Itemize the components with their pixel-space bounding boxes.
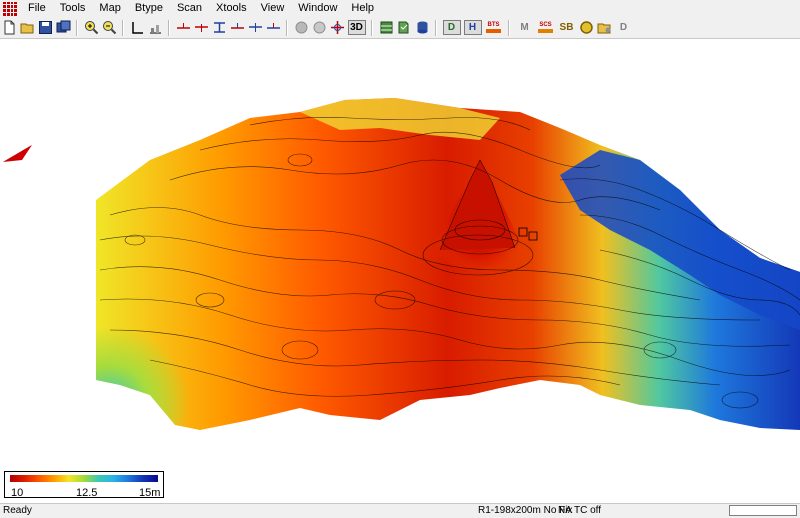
view-3d-label: 3D [350,22,363,33]
sphere-2-icon[interactable] [312,20,327,35]
d-mode-label: D [447,22,456,33]
marker-3-icon[interactable] [212,20,227,35]
sphere-1-icon[interactable] [294,20,309,35]
toolbar: 3D D H BTS M SCS SB D [0,17,800,39]
menu-help[interactable]: Help [344,0,381,17]
terrain-surface [3,98,800,430]
target-icon[interactable] [330,20,345,35]
m-icon[interactable]: M [516,20,534,35]
save-all-icon[interactable] [56,20,71,35]
survey-icon[interactable] [397,20,412,35]
legend-mid-label: 12.5 [76,487,98,499]
menu-file[interactable]: File [21,0,53,17]
toolbar-separator [286,19,288,36]
toolbar-separator [168,19,170,36]
menu-bar: File Tools Map Btype Scan Xtools View Wi… [0,0,800,17]
depth-legend: 10 12.5 15m [4,471,164,499]
status-ready: Ready [3,505,32,516]
menu-xtools[interactable]: Xtools [209,0,254,17]
circle-icon[interactable] [579,20,594,35]
legend-min-label: 10 [11,487,24,499]
view-3d-icon[interactable]: 3D [347,20,366,35]
status-bar: Ready R1-198x200m No Fix NA TC off [0,503,800,518]
menu-btype[interactable]: Btype [128,0,170,17]
bathymetry-icon[interactable]: BTS [485,20,503,35]
zoom-out-icon[interactable] [102,20,117,35]
status-progress-box [729,505,797,516]
menu-tools[interactable]: Tools [53,0,93,17]
marker-4-icon[interactable] [230,20,245,35]
grid-icon[interactable] [379,20,394,35]
chart-icon[interactable] [148,20,163,35]
north-arrow-icon [3,145,32,162]
open-folder-icon[interactable] [20,20,35,35]
marker-2-icon[interactable] [194,20,209,35]
scs-icon[interactable]: SCS [537,20,555,35]
sb-icon[interactable]: SB [558,20,576,35]
document-icon[interactable]: D [615,20,633,35]
m-label: M [520,22,529,33]
document-label: D [619,22,628,33]
app-grid-icon[interactable] [3,1,17,16]
database-icon[interactable] [415,20,430,35]
save-icon[interactable] [38,20,53,35]
menu-view[interactable]: View [254,0,292,17]
sb-label: SB [559,22,574,33]
d-mode-icon[interactable]: D [442,20,461,35]
zoom-in-icon[interactable] [84,20,99,35]
toolbar-separator [435,19,437,36]
toolbar-separator [76,19,78,36]
menu-window[interactable]: Window [291,0,344,17]
marker-1-icon[interactable] [176,20,191,35]
menu-map[interactable]: Map [92,0,127,17]
legend-color-bar [10,475,158,482]
legend-max-label: 15m [139,487,161,499]
axis-icon[interactable] [130,20,145,35]
toolbar-separator [122,19,124,36]
h-mode-icon[interactable]: H [463,20,482,35]
status-tc: TC off [574,505,602,516]
h-mode-label: H [468,22,477,33]
folder-settings-icon[interactable] [597,20,612,35]
marker-5-icon[interactable] [248,20,263,35]
menu-scan[interactable]: Scan [170,0,209,17]
status-na: NA [558,505,572,516]
new-file-icon[interactable] [2,20,17,35]
marker-6-icon[interactable] [266,20,281,35]
terrain-3d-view[interactable] [0,39,800,503]
toolbar-separator [371,19,373,36]
toolbar-separator [508,19,510,36]
